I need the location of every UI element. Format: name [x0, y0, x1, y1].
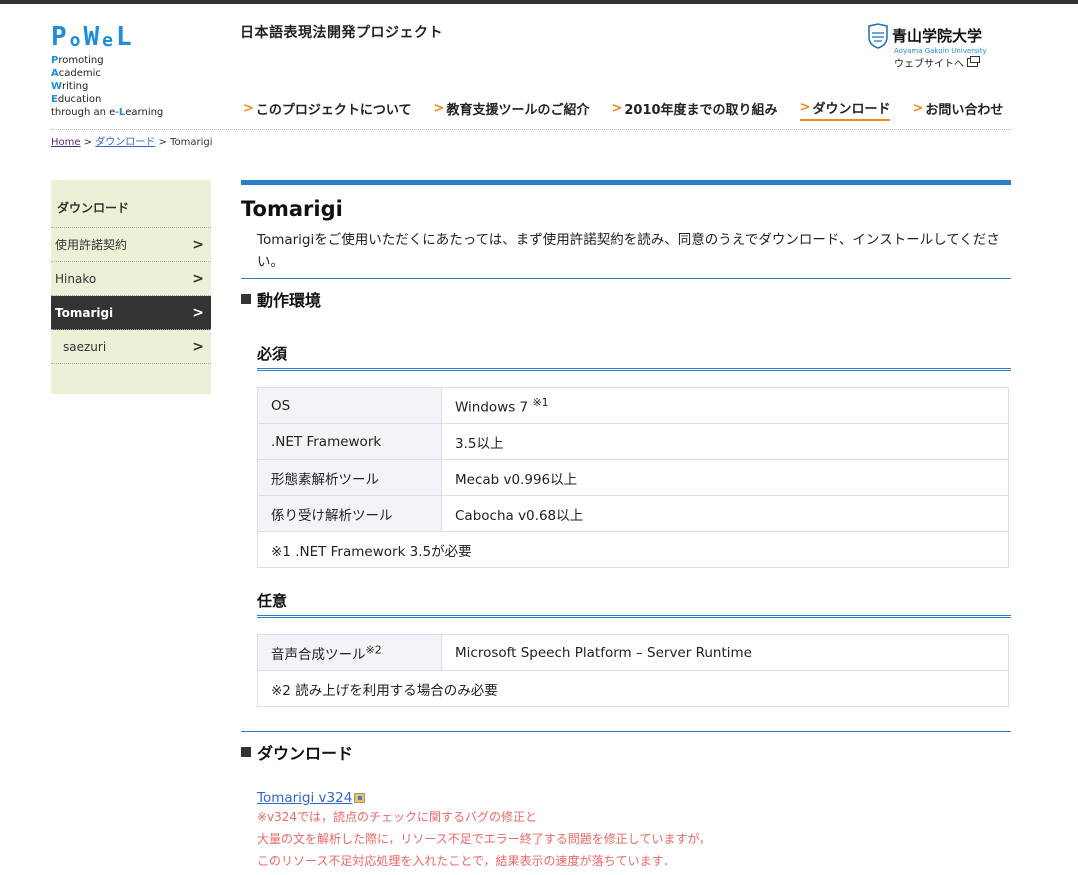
- logo-mark: P o W e L: [51, 24, 163, 50]
- global-nav: > このプロジェクトについて > 教育支援ツールのご紹介 >2010年度までの取り組…: [243, 98, 1003, 121]
- nav-history[interactable]: >2010年度までの取り組み: [611, 98, 777, 121]
- section-divider: [241, 731, 1011, 732]
- table-row: OS Windows 7 ※1: [257, 387, 1009, 424]
- footnote: ※2 読み上げを利用する場合のみ必要: [257, 670, 1009, 707]
- sidebar: ダウンロード 使用許諾契約 > Hinako > Tomarigi > saez…: [51, 180, 211, 394]
- download-file-icon: [354, 793, 366, 803]
- section-title-environment: 動作環境: [241, 287, 1011, 311]
- chevron-right-icon: >: [192, 236, 204, 253]
- spec-label: .NET Framework: [257, 423, 442, 460]
- footnote-ref: ※1: [532, 395, 549, 409]
- university-crest-icon: [868, 23, 888, 49]
- arrow-icon: >: [611, 101, 623, 116]
- sidebar-item-hinako[interactable]: Hinako >: [51, 262, 211, 296]
- main-content: Tomarigi Tomarigiをご使用いただくにあたっては、まず使用許諾契約…: [241, 180, 1011, 872]
- chevron-right-icon: >: [192, 338, 204, 355]
- table-row: 形態素解析ツール Mecab v0.996以上: [257, 459, 1009, 496]
- optional-spec-table: 音声合成ツール※2 Microsoft Speech Platform – Se…: [257, 634, 1009, 707]
- logo-letter: o: [69, 30, 82, 51]
- university-link-label: ウェブサイトへ: [894, 59, 964, 70]
- spec-label: OS: [257, 387, 442, 424]
- chevron-right-icon: >: [192, 304, 204, 321]
- arrow-icon: >: [243, 101, 254, 116]
- intro-text: Tomarigiをご使用いただくにあたっては、まず使用許諾契約を読み、同意のうえ…: [257, 232, 1000, 270]
- arrow-icon: >: [912, 101, 924, 116]
- spec-value: 3.5以上: [441, 423, 1009, 460]
- download-note: ※v324では，読点のチェックに関するバグの修正と 大量の文を解析した際に，リソ…: [257, 810, 711, 868]
- sidebar-title: ダウンロード: [51, 180, 211, 228]
- nav-about[interactable]: > このプロジェクトについて: [243, 98, 412, 121]
- spec-value: Cabocha v0.68以上: [441, 495, 1009, 532]
- spec-label: 形態素解析ツール: [257, 459, 442, 496]
- logo-tagline: Promoting Academic Writing Education thr…: [51, 55, 164, 118]
- spec-value: Mecab v0.996以上: [441, 459, 1009, 496]
- nav-download[interactable]: > ダウンロード: [799, 98, 891, 121]
- logo-letter: W: [83, 22, 101, 52]
- powel-logo[interactable]: P o W e L Promoting Academic Writing Edu…: [51, 24, 163, 119]
- section-divider: [241, 278, 1011, 279]
- subsection-required: 必須: [257, 343, 1011, 371]
- logo-letter: P: [51, 22, 68, 52]
- logo-letter: L: [116, 22, 133, 52]
- top-border: [0, 0, 1078, 4]
- table-row: ※2 読み上げを利用する場合のみ必要: [257, 670, 1009, 707]
- square-bullet-icon: [241, 294, 251, 304]
- arrow-icon: >: [433, 101, 445, 116]
- subsection-optional: 任意: [257, 590, 1011, 618]
- table-row: 音声合成ツール※2 Microsoft Speech Platform – Se…: [257, 634, 1009, 671]
- table-row: .NET Framework 3.5以上: [257, 423, 1009, 460]
- nav-contact[interactable]: > お問い合わせ: [912, 98, 1003, 121]
- university-name-en: Aoyama Gakuin University: [894, 47, 987, 55]
- sidebar-item-license[interactable]: 使用許諾契約 >: [51, 228, 211, 262]
- logo-letter: e: [102, 30, 114, 51]
- chevron-right-icon: >: [192, 270, 204, 287]
- external-window-icon: [967, 56, 980, 67]
- page-title: Tomarigi: [241, 197, 343, 221]
- breadcrumb-current: Tomarigi: [170, 137, 213, 148]
- download-link-tomarigi[interactable]: Tomarigi v324: [257, 790, 366, 806]
- title-bar-accent: [241, 180, 1011, 185]
- table-row: ※1 .NET Framework 3.5が必要: [257, 531, 1009, 568]
- section-title-download: ダウンロード: [241, 740, 1011, 764]
- spec-label: 音声合成ツール※2: [257, 634, 442, 671]
- university-website-link[interactable]: ウェブサイトへ: [894, 55, 998, 70]
- footnote-ref: ※2: [365, 643, 382, 656]
- sidebar-item-tomarigi[interactable]: Tomarigi >: [51, 296, 211, 330]
- university-name: 青山学院大学: [892, 27, 983, 45]
- breadcrumb-home[interactable]: Home: [51, 137, 81, 148]
- breadcrumb: Home > ダウンロード > Tomarigi: [51, 137, 213, 148]
- breadcrumb-download[interactable]: ダウンロード: [95, 137, 155, 148]
- table-row: 係り受け解析ツール Cabocha v0.68以上: [257, 495, 1009, 532]
- footnote: ※1 .NET Framework 3.5が必要: [257, 531, 1009, 568]
- arrow-icon: >: [799, 100, 811, 115]
- spec-value: Microsoft Speech Platform – Server Runti…: [441, 634, 1009, 671]
- spec-label: 係り受け解析ツール: [257, 495, 442, 532]
- required-spec-table: OS Windows 7 ※1 .NET Framework 3.5以上 形態素…: [257, 387, 1009, 568]
- header-divider: [51, 129, 1011, 130]
- nav-tools[interactable]: > 教育支援ツールのご紹介: [434, 98, 590, 121]
- university-block[interactable]: 青山学院大学 Aoyama Gakuin University ウェブサイトへ: [868, 23, 998, 70]
- spec-value: Windows 7 ※1: [441, 387, 1009, 424]
- project-title: 日本語表現法開発プロジェクト: [240, 25, 443, 41]
- sidebar-item-saezuri[interactable]: saezuri >: [51, 330, 211, 364]
- square-bullet-icon: [241, 747, 251, 757]
